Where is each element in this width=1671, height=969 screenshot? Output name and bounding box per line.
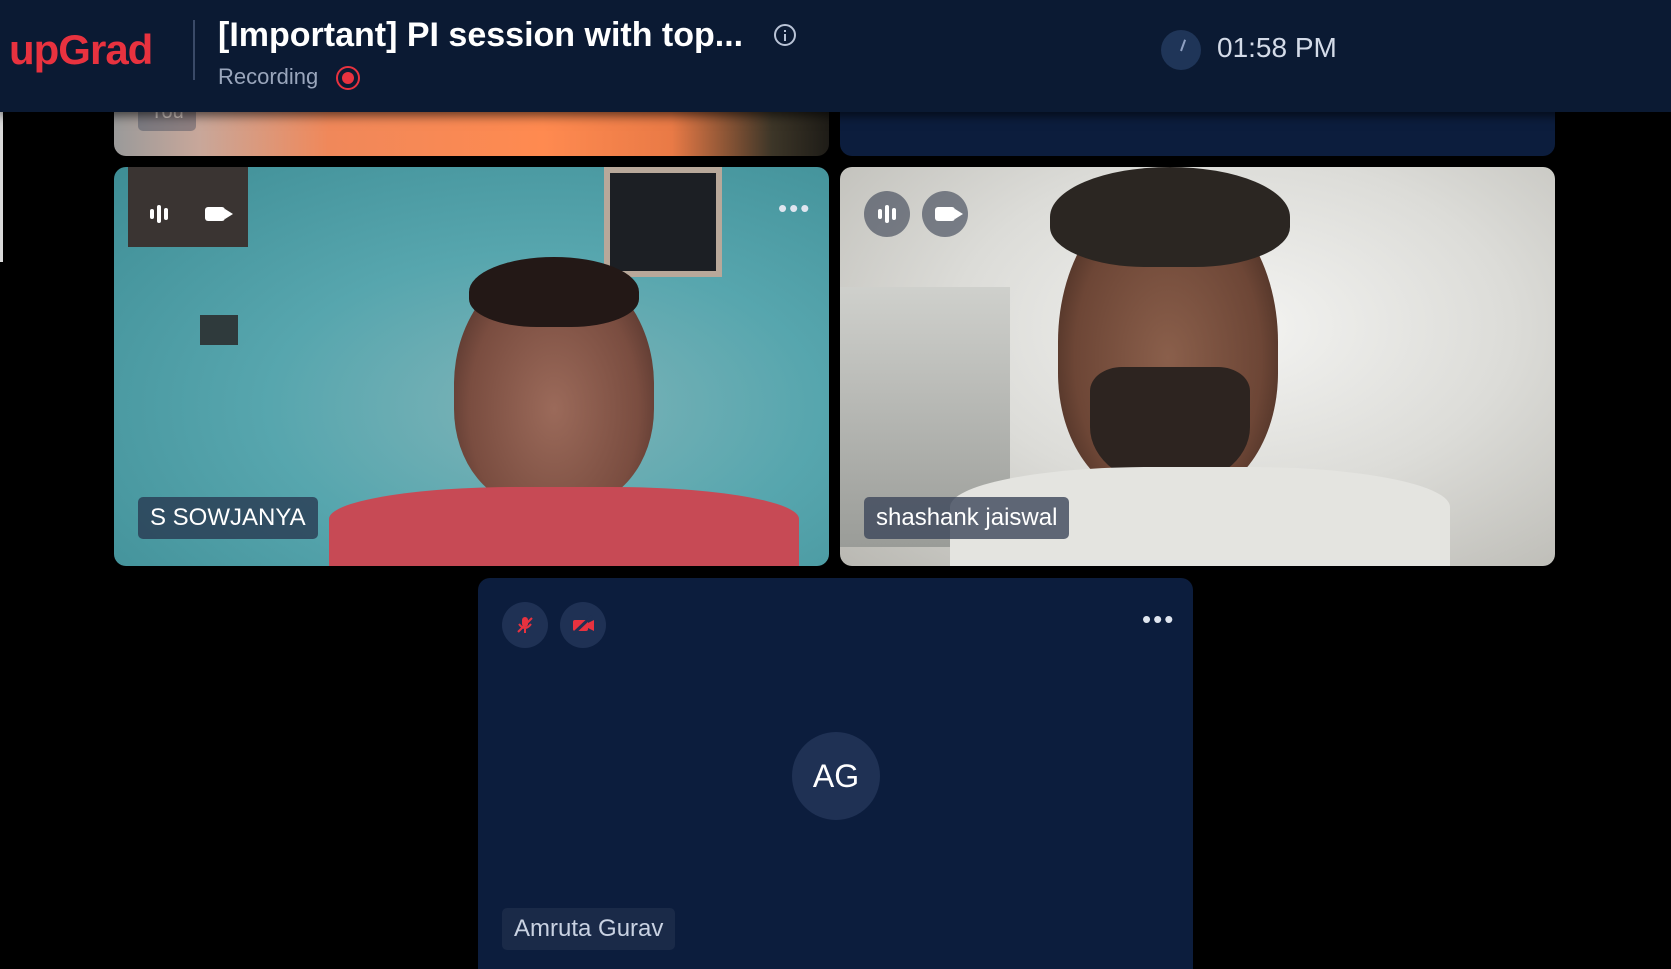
mic-active-icon — [864, 191, 910, 237]
participant-name-tag: shashank jaiswal — [864, 497, 1070, 539]
clock-icon — [1161, 30, 1201, 70]
participant-name-tag: S SOWJANYA — [138, 497, 318, 539]
camera-off-icon — [560, 602, 606, 648]
video-tile-amruta[interactable]: ••• AG Amruta Gurav — [478, 578, 1193, 969]
participant-hair — [469, 257, 639, 327]
session-title: [Important] PI session with top... — [218, 16, 744, 54]
recording-indicator-icon — [336, 66, 360, 90]
info-icon[interactable] — [774, 24, 796, 46]
wall-socket — [200, 315, 238, 345]
camera-on-icon — [192, 191, 238, 237]
participant-clothing — [329, 487, 799, 566]
wall-frame — [604, 167, 722, 277]
recording-label: Recording — [218, 64, 319, 89]
video-tile-shashank[interactable]: shashank jaiswal — [840, 167, 1555, 566]
video-tile-sowjanya[interactable]: ••• S SOWJANYA — [114, 167, 829, 566]
camera-on-icon — [922, 191, 968, 237]
mic-active-icon — [136, 191, 182, 237]
upgrad-logo: upGrad — [9, 26, 153, 73]
participant-name: shashank jaiswal — [876, 504, 1058, 531]
meeting-header: upGrad [Important] PI session with top..… — [0, 0, 1671, 112]
participant-avatar: AG — [792, 732, 880, 820]
participant-name: S SOWJANYA — [150, 504, 306, 531]
mic-muted-icon — [502, 602, 548, 648]
participant-hair — [1050, 167, 1290, 267]
current-time: 01:58 PM — [1217, 32, 1337, 63]
header-divider — [193, 20, 195, 80]
participant-name-tag: Amruta Gurav — [502, 908, 676, 950]
participant-name: Amruta Gurav — [514, 915, 664, 942]
side-panel-edge — [0, 112, 3, 262]
more-options-icon[interactable]: ••• — [1142, 606, 1175, 632]
more-options-icon[interactable]: ••• — [778, 195, 811, 221]
